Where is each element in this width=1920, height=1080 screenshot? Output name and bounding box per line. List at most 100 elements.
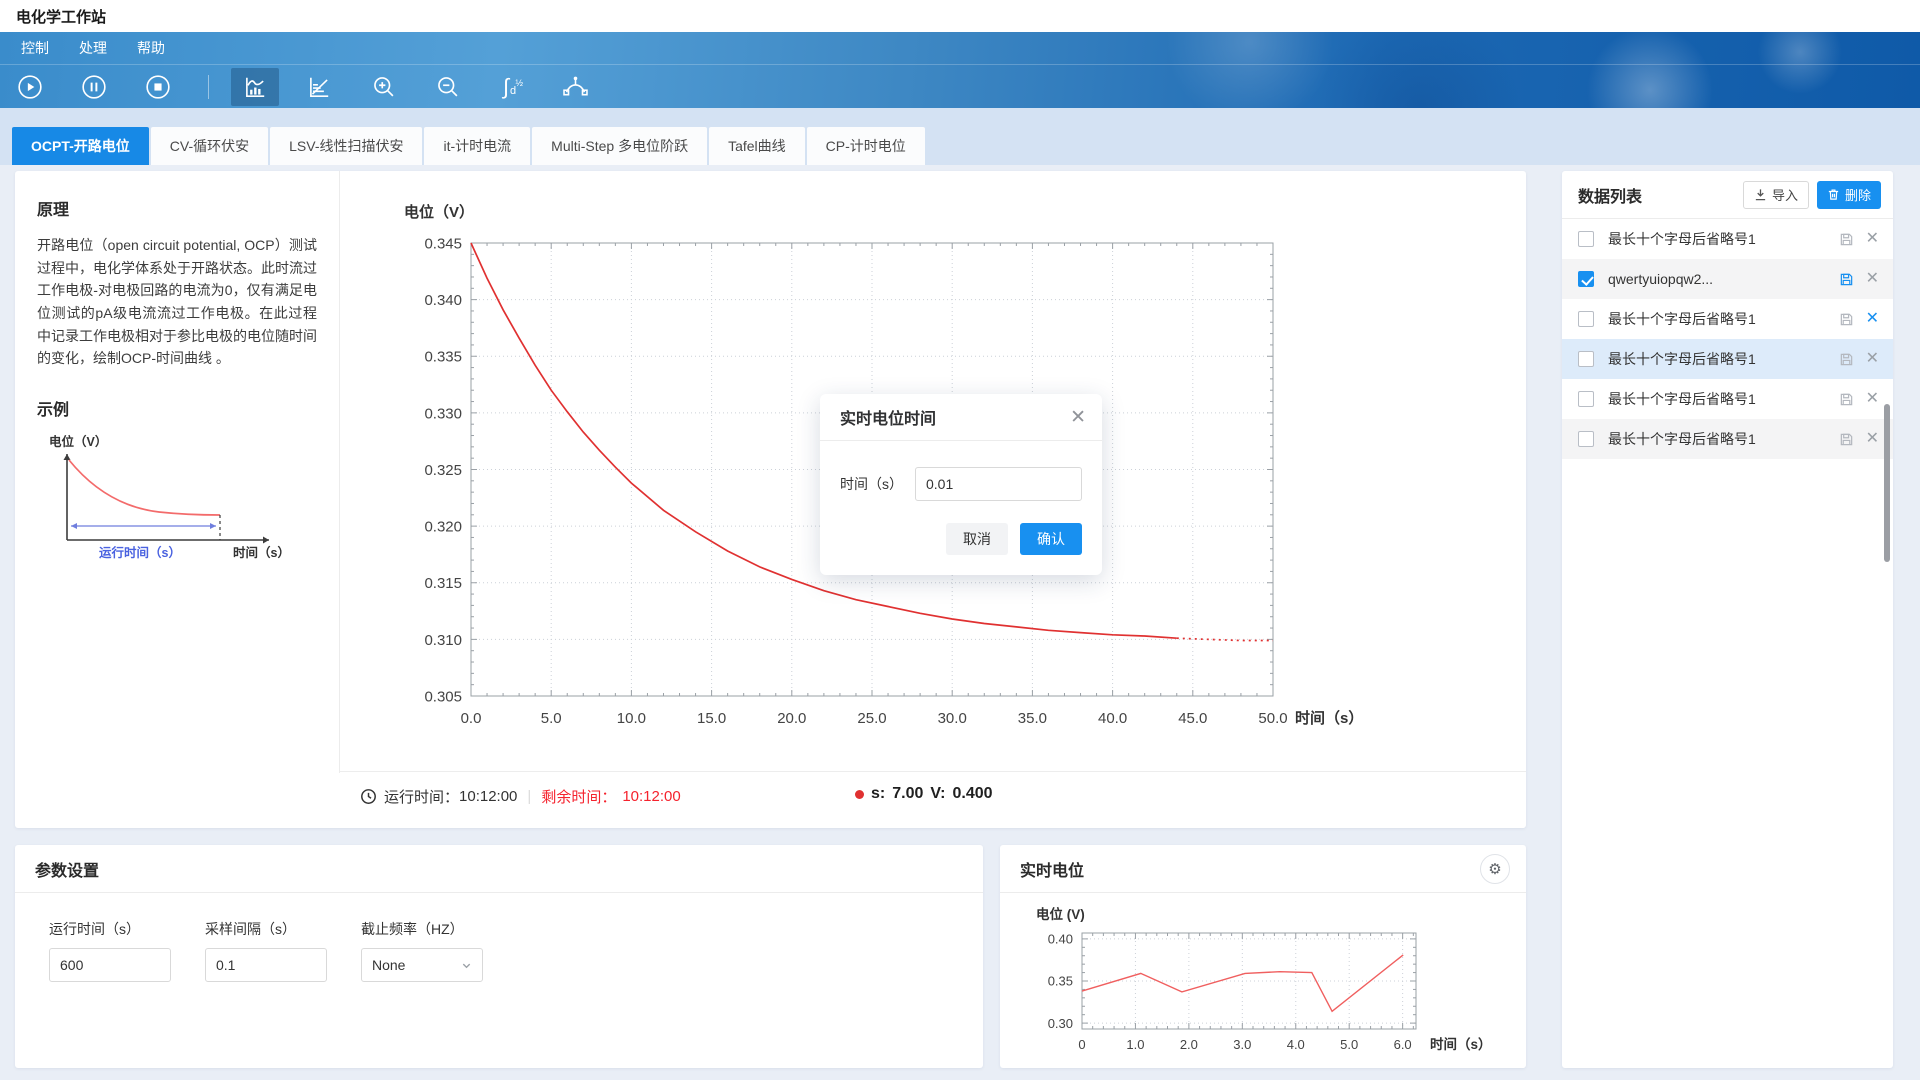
principle-pane: 原理 开路电位（open circuit potential, OCP）测试过程… [15,171,340,773]
row-checkbox[interactable] [1578,231,1594,247]
realtime-chart: 01.02.03.04.05.06.00.400.350.30电位 (V)时间（… [1000,901,1526,1071]
menu-item-2[interactable]: 帮助 [122,32,180,64]
svg-text:0: 0 [1078,1037,1085,1052]
import-button[interactable]: 导入 [1743,181,1809,209]
scrollbar-thumb[interactable] [1884,404,1890,562]
realtime-header: 实时电位 ⚙ [1000,845,1526,893]
sample-interval-input[interactable] [205,948,327,982]
save-icon[interactable] [1839,312,1854,327]
data-list-row[interactable]: qwertyuiopqw2...✕ [1562,259,1893,299]
svg-text:35.0: 35.0 [1018,710,1047,727]
time-input[interactable] [915,467,1082,501]
display-chart-button[interactable] [231,68,279,106]
curve-fit-button[interactable] [551,68,599,106]
data-list-row[interactable]: 最长十个字母后省略号1 ✕ [1562,379,1893,419]
remove-icon[interactable]: ✕ [1866,271,1879,287]
data-list: 最长十个字母后省略号1✕qwertyuiopqw2...✕最长十个字母后省略号1… [1562,219,1893,459]
data-list-row[interactable]: 最长十个字母后省略号1✕ [1562,339,1893,379]
svg-text:25.0: 25.0 [857,710,886,727]
tab-0[interactable]: OCPT-开路电位 [12,127,149,165]
row-checkbox[interactable] [1578,351,1594,367]
delete-button[interactable]: 删除 [1817,181,1881,209]
menu-item-1[interactable]: 处理 [64,32,122,64]
data-list-panel: 数据列表 导入 删除 最长十个字母后省略号1✕qwertyuiopqw2...✕… [1562,171,1893,1068]
tab-5[interactable]: Tafel曲线 [709,127,805,165]
close-icon[interactable]: ✕ [1070,408,1086,427]
dialog-body: 时间（s） [820,441,1102,501]
toolbar: ∫ d ½ [0,64,1920,108]
svg-text:0.330: 0.330 [424,405,462,422]
cutoff-frequency-select[interactable]: None [361,948,483,982]
integral-derivative-button[interactable]: ∫ d ½ [487,68,535,106]
remaining-value: 10:12:00 [622,788,680,805]
principle-text: 开路电位（open circuit potential, OCP）测试过程中，电… [37,234,317,370]
row-checkbox[interactable] [1578,391,1594,407]
svg-text:时间（s）: 时间（s） [233,545,290,560]
remove-icon[interactable]: ✕ [1866,351,1879,367]
svg-text:15.0: 15.0 [697,710,726,727]
remove-icon[interactable]: ✕ [1866,311,1879,327]
s-label: s: [871,785,885,803]
svg-text:20.0: 20.0 [777,710,806,727]
data-list-row[interactable]: 最长十个字母后省略号1 ✕ [1562,299,1893,339]
status-row: 运行时间： 10:12:00 | 剩余时间： 10:12:00 s: 7.00 … [340,771,1526,828]
pause-button[interactable] [74,68,114,106]
data-list-row[interactable]: 最长十个字母后省略号1✕ [1562,419,1893,459]
menu-item-0[interactable]: 控制 [6,32,64,64]
dialog-header: 实时电位时间 ✕ [820,394,1102,441]
save-icon[interactable] [1839,272,1854,287]
zoom-out-button[interactable] [423,68,471,106]
runtime-field-label: 运行时间（s） [49,919,171,939]
tab-4[interactable]: Multi-Step 多电位阶跃 [532,127,707,165]
tab-6[interactable]: CP-计时电位 [807,127,925,165]
stop-button[interactable] [138,68,178,106]
clock-icon [360,788,377,805]
svg-text:0.40: 0.40 [1048,932,1073,947]
remove-icon[interactable]: ✕ [1866,231,1879,247]
realtime-settings-button[interactable]: ⚙ [1480,854,1510,884]
zoom-in-button[interactable] [359,68,407,106]
svg-text:0.310: 0.310 [424,632,462,649]
cancel-button[interactable]: 取消 [946,523,1008,555]
trash-icon [1827,188,1840,201]
download-icon [1754,188,1767,201]
row-label: 最长十个字母后省略号1 [1608,389,1827,409]
runtime-input[interactable] [49,948,171,982]
principle-heading: 原理 [37,196,317,220]
save-icon[interactable] [1839,352,1854,367]
remove-icon[interactable]: ✕ [1866,391,1879,407]
confirm-button[interactable]: 确认 [1020,523,1082,555]
svg-text:0.35: 0.35 [1048,974,1073,989]
time-field-label: 时间（s） [840,474,903,494]
row-checkbox[interactable] [1578,431,1594,447]
svg-text:0.335: 0.335 [424,349,462,366]
save-icon[interactable] [1839,392,1854,407]
runtime-label: 运行时间： [384,786,459,807]
record-dot-icon [855,790,864,799]
svg-text:40.0: 40.0 [1098,710,1127,727]
tab-3[interactable]: it-计时电流 [424,127,530,165]
realtime-title: 实时电位 [1020,857,1480,881]
row-label: 最长十个字母后省略号1 [1608,229,1827,249]
save-icon[interactable] [1839,232,1854,247]
save-icon[interactable] [1839,432,1854,447]
tab-1[interactable]: CV-循环伏安 [151,127,268,165]
data-list-row[interactable]: 最长十个字母后省略号1 ✕ [1562,219,1893,259]
row-label: 最长十个字母后省略号1 [1608,309,1827,329]
row-checkbox[interactable] [1578,271,1594,287]
scale-chart-button[interactable] [295,68,343,106]
parameter-fields: 运行时间（s） 采样间隔（s） 截止频率（HZ） None [15,893,983,982]
play-button[interactable] [10,68,50,106]
tab-bar: OCPT-开路电位CV-循环伏安LSV-线性扫描伏安it-计时电流Multi-S… [0,108,1920,165]
cursor-readout: s: 7.00 V: 0.400 [855,785,1000,803]
svg-text:30.0: 30.0 [938,710,967,727]
tab-2[interactable]: LSV-线性扫描伏安 [270,127,422,165]
remove-icon[interactable]: ✕ [1866,431,1879,447]
svg-text:0.305: 0.305 [424,688,462,705]
parameters-panel: 参数设置 运行时间（s） 采样间隔（s） 截止频率（HZ） None [15,845,983,1068]
svg-text:0.315: 0.315 [424,575,462,592]
menu-bar: 控制处理帮助 [0,32,1920,64]
row-checkbox[interactable] [1578,311,1594,327]
svg-text:10.0: 10.0 [617,710,646,727]
dialog-footer: 取消 确认 [820,501,1102,575]
